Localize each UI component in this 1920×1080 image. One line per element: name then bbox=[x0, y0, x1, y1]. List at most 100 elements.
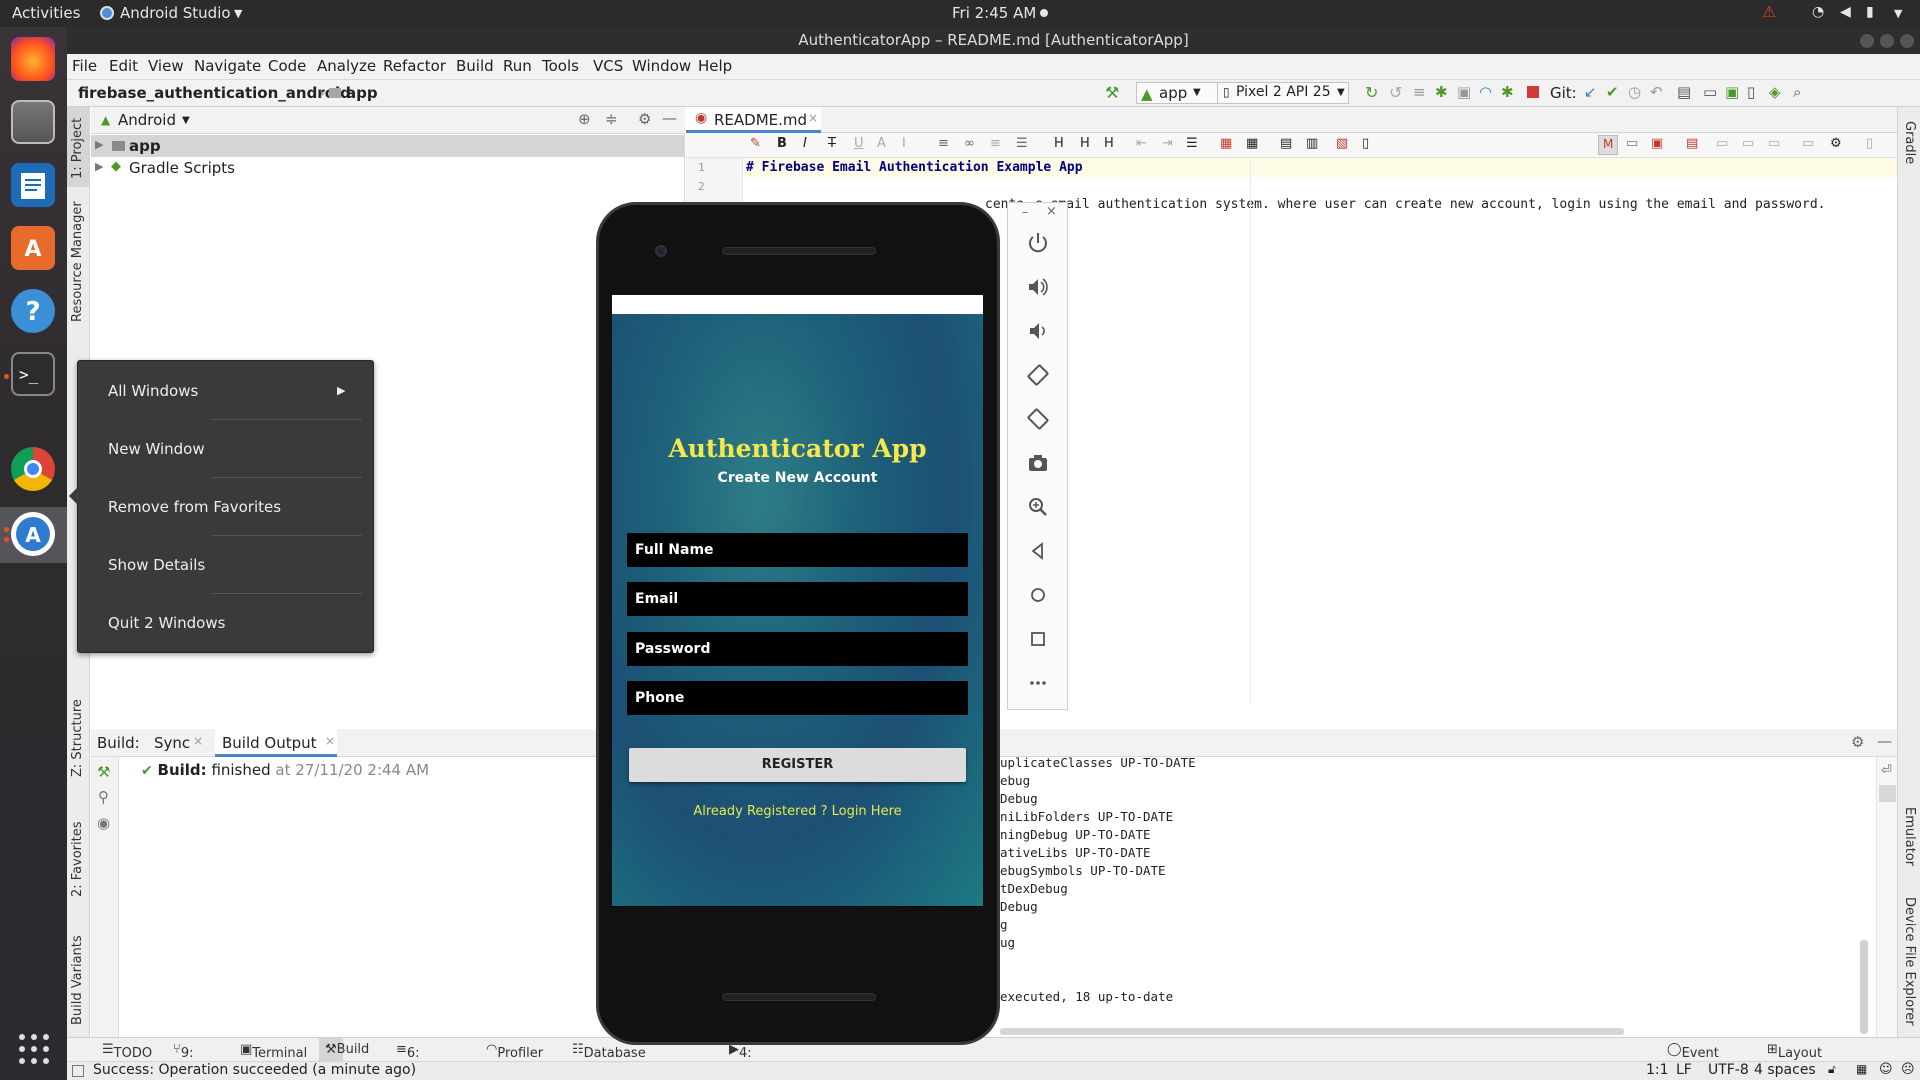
app-menu[interactable]: Android Studio bbox=[120, 4, 231, 22]
menu-edit[interactable]: Edit bbox=[109, 57, 138, 75]
tool-favorites[interactable]: 2: Favorites bbox=[70, 821, 85, 897]
close-icon[interactable]: × bbox=[325, 734, 335, 748]
sync-gradle-icon[interactable]: ◈ bbox=[1769, 83, 1781, 101]
tool-git[interactable]: ⑂ 9: Git bbox=[173, 1042, 200, 1076]
feedback-icon[interactable]: ☺ bbox=[1879, 1062, 1893, 1077]
menu-vcs[interactable]: VCS bbox=[593, 57, 623, 75]
email-field[interactable]: Email bbox=[627, 582, 968, 616]
build-log[interactable]: uplicateClasses UP-TO-DATE ebug Debug ni… bbox=[1000, 754, 1196, 1006]
full-name-field[interactable]: Full Name bbox=[627, 533, 968, 567]
show-applications-icon[interactable] bbox=[17, 1032, 51, 1066]
debug-icon[interactable]: ✱ bbox=[1435, 83, 1448, 101]
git-update-icon[interactable]: ↙ bbox=[1584, 83, 1597, 101]
underline-icon[interactable]: U bbox=[854, 136, 864, 151]
rotate-right-icon[interactable] bbox=[1024, 405, 1052, 433]
volume-down-icon[interactable] bbox=[1024, 317, 1052, 345]
hammer-icon[interactable]: ⚒ bbox=[1105, 83, 1119, 102]
eye-icon[interactable]: ◉ bbox=[97, 814, 110, 832]
tool-logcat[interactable]: ≡ 6: Logcat bbox=[396, 1042, 450, 1076]
menu-item-remove-favorites[interactable]: Remove from Favorites bbox=[108, 498, 281, 516]
tab-sync[interactable]: Sync bbox=[154, 734, 190, 752]
line-separator[interactable]: LF bbox=[1676, 1062, 1692, 1078]
git-history-icon[interactable]: ◷ bbox=[1628, 83, 1641, 101]
hide-icon[interactable]: — bbox=[662, 109, 677, 127]
gear-icon[interactable]: ⚙ bbox=[1851, 733, 1864, 751]
terminal-icon[interactable]: >_ bbox=[11, 352, 55, 396]
password-field[interactable]: Password bbox=[627, 632, 968, 666]
attach-debugger-icon[interactable]: ✱ bbox=[1501, 83, 1514, 101]
indent-setting[interactable]: 4 spaces bbox=[1754, 1062, 1816, 1078]
chevron-down-icon[interactable]: ▼ bbox=[182, 115, 190, 126]
tool-todo[interactable]: ☰ TODO bbox=[102, 1042, 152, 1061]
tool-build[interactable]: ⚒ Build bbox=[319, 1038, 369, 1061]
phone-field[interactable]: Phone bbox=[627, 681, 968, 715]
minimize-button[interactable] bbox=[1860, 34, 1874, 48]
bold-icon[interactable]: B bbox=[777, 136, 787, 151]
minimize-icon[interactable]: – bbox=[1022, 205, 1028, 219]
close-icon[interactable]: × bbox=[1046, 204, 1057, 219]
tool-device-file-explorer[interactable]: Device File Explorer bbox=[1902, 897, 1917, 1026]
tool-event-log[interactable]: ◯ Event Log bbox=[1667, 1042, 1719, 1076]
system-menu-chevron-icon[interactable]: ▼ bbox=[1894, 7, 1902, 20]
memory-icon[interactable]: ▦ bbox=[1856, 1062, 1867, 1076]
indent-icon[interactable]: ⇤ bbox=[1136, 136, 1147, 151]
build-log-hscrollbar[interactable] bbox=[1000, 1028, 1624, 1035]
profile-icon[interactable]: ◠ bbox=[1479, 83, 1492, 101]
tool-emulator[interactable]: Emulator bbox=[1902, 807, 1917, 866]
more-icon[interactable] bbox=[1024, 669, 1052, 697]
rotate-left-icon[interactable] bbox=[1024, 361, 1052, 389]
locate-icon[interactable]: ⊕ bbox=[578, 110, 591, 128]
header-up-icon[interactable]: H bbox=[1104, 136, 1114, 151]
menu-item-show-details[interactable]: Show Details bbox=[108, 556, 205, 574]
clock[interactable]: Fri 2:45 AM bbox=[952, 4, 1036, 22]
status-toggle-icon[interactable] bbox=[72, 1065, 84, 1077]
menu-refactor[interactable]: Refactor bbox=[383, 57, 446, 75]
menu-item-all-windows[interactable]: All Windows bbox=[108, 382, 198, 400]
power-icon[interactable] bbox=[1024, 229, 1052, 257]
hide-icon[interactable]: — bbox=[1877, 732, 1892, 750]
activities-button[interactable]: Activities bbox=[12, 4, 80, 22]
zoom-icon[interactable] bbox=[1024, 493, 1052, 521]
sdk-manager-icon[interactable]: ▭ bbox=[1703, 83, 1717, 101]
notes-icon[interactable]: ▯ bbox=[1866, 136, 1873, 151]
header-down-icon[interactable]: H bbox=[1080, 136, 1090, 151]
preview-mode-icon[interactable]: ▣ bbox=[1651, 136, 1663, 151]
files-icon[interactable] bbox=[11, 100, 55, 144]
tool-layout-inspector[interactable]: ⊞ Layout Inspector bbox=[1767, 1042, 1839, 1076]
device-dropdown[interactable]: ▯ Pixel 2 API 25 ▼ bbox=[1217, 82, 1349, 104]
menu-build[interactable]: Build bbox=[456, 57, 494, 75]
warning-icon[interactable]: ⚠ bbox=[1762, 2, 1776, 21]
menu-window[interactable]: Window bbox=[632, 57, 691, 75]
apply-code-icon[interactable]: ≡ bbox=[1413, 83, 1426, 101]
software-center-icon[interactable]: A bbox=[11, 226, 55, 270]
battery-icon[interactable]: ▮ bbox=[1866, 4, 1874, 20]
tool-structure[interactable]: Z: Structure bbox=[70, 699, 85, 777]
chrome-icon[interactable] bbox=[11, 447, 55, 491]
menu-help[interactable]: Help bbox=[698, 57, 732, 75]
collapse-icon[interactable]: ≑ bbox=[605, 110, 618, 128]
expand-icon[interactable]: ▶ bbox=[95, 160, 103, 173]
file-encoding[interactable]: UTF-8 bbox=[1708, 1062, 1749, 1078]
build-status-row[interactable]: ✔ Build: finished at 27/11/20 2:44 AM bbox=[141, 761, 429, 779]
register-button[interactable]: REGISTER bbox=[629, 748, 966, 782]
tool-database-inspector[interactable]: ☷ Database Inspector bbox=[572, 1042, 646, 1076]
editor-line-3-tail[interactable]: e email authentication system. where use… bbox=[1035, 197, 1826, 212]
close-icon[interactable]: × bbox=[193, 734, 203, 748]
menu-tools[interactable]: Tools bbox=[542, 57, 579, 75]
tool-build-variants[interactable]: Build Variants bbox=[70, 935, 85, 1025]
copy-icon[interactable]: ▯ bbox=[1362, 136, 1369, 151]
list-icon[interactable]: ≡ bbox=[990, 136, 1001, 151]
build-log-scrollbar[interactable] bbox=[1860, 940, 1868, 1034]
menu-analyze[interactable]: Analyze bbox=[317, 57, 376, 75]
bullet-list-icon[interactable]: ☰ bbox=[1186, 136, 1198, 151]
volume-up-icon[interactable] bbox=[1024, 273, 1052, 301]
coverage-icon[interactable]: ▣ bbox=[1457, 83, 1471, 101]
expand-icon[interactable]: ▶ bbox=[95, 138, 103, 151]
menu-item-quit[interactable]: Quit 2 Windows bbox=[108, 614, 225, 632]
help-icon[interactable]: ? bbox=[11, 289, 55, 333]
code-icon[interactable]: ≡ bbox=[938, 136, 949, 151]
superscript-icon[interactable]: A bbox=[877, 136, 886, 151]
link-icon[interactable]: ∞ bbox=[964, 136, 975, 151]
soft-wrap-icon[interactable]: ⏎ bbox=[1881, 763, 1892, 778]
camera-icon[interactable] bbox=[1024, 449, 1052, 477]
